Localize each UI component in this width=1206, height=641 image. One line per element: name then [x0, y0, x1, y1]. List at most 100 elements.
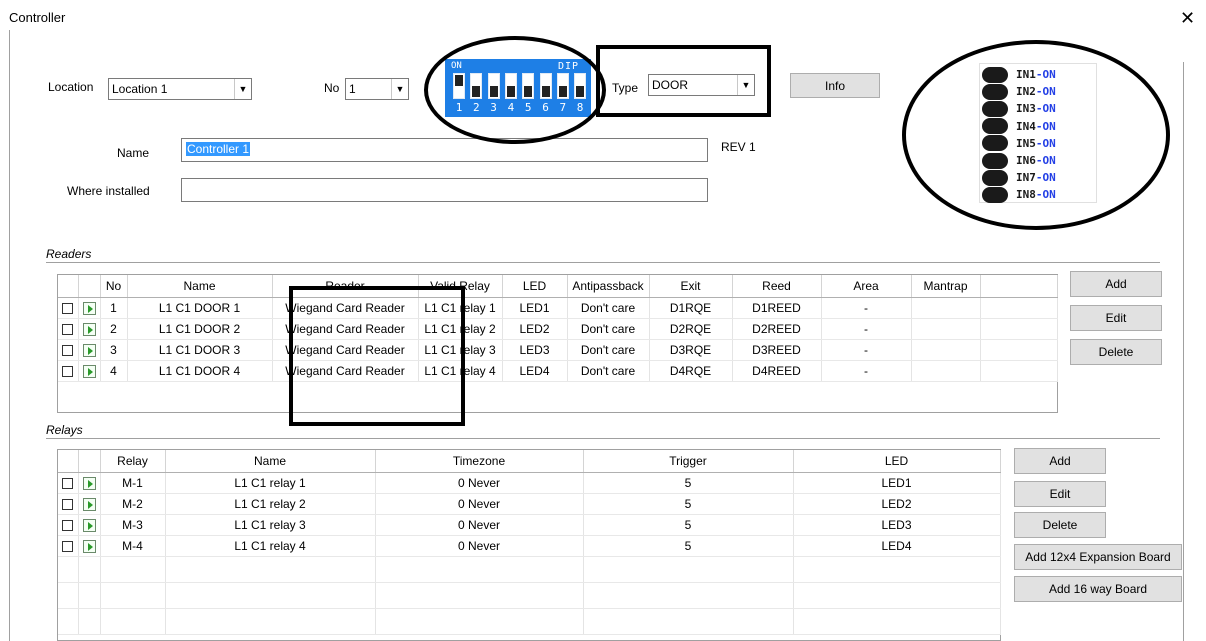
readers-cell-exit: D2RQE [649, 318, 733, 340]
readers-cell-reed: D3REED [732, 339, 822, 361]
play-icon[interactable] [82, 322, 96, 336]
name-field[interactable]: Controller 1 [181, 138, 708, 162]
empty-cell [58, 608, 79, 635]
close-icon[interactable]: ✕ [1180, 8, 1195, 29]
header-play [78, 275, 101, 298]
annotation-box-reader [289, 286, 465, 426]
empty-cell [58, 582, 79, 609]
readers-cell-reed: D4REED [732, 360, 822, 382]
relays-edit-button[interactable]: Edit [1014, 481, 1106, 507]
readers-column-header[interactable]: Area [821, 275, 912, 298]
relays-column-header[interactable]: Name [165, 450, 376, 473]
play-icon[interactable] [82, 301, 96, 315]
readers-column-header[interactable]: Name [127, 275, 273, 298]
row-checkbox-cell[interactable] [58, 535, 79, 557]
readers-column-header[interactable]: No [100, 275, 128, 298]
readers-edit-button[interactable]: Edit [1070, 305, 1162, 331]
empty-cell [78, 608, 101, 635]
row-play-cell[interactable] [78, 360, 101, 382]
row-checkbox[interactable] [62, 302, 74, 314]
readers-cell-name: L1 C1 DOOR 3 [127, 339, 273, 361]
readers-cell-reed: D2REED [732, 318, 822, 340]
table-row[interactable]: 2 L1 C1 DOOR 2 Wiegand Card Reader L1 C1 re… [58, 318, 1058, 340]
row-checkbox-cell[interactable] [58, 339, 79, 361]
relays-divider [46, 438, 1160, 439]
play-icon[interactable] [82, 476, 96, 490]
row-play-cell[interactable] [78, 318, 101, 340]
play-icon[interactable] [82, 343, 96, 357]
row-checkbox[interactable] [62, 365, 74, 377]
play-icon[interactable] [82, 364, 96, 378]
relays-cell-name: L1 C1 relay 1 [165, 472, 376, 494]
row-checkbox[interactable] [62, 344, 74, 356]
chevron-down-icon[interactable]: ▼ [234, 79, 251, 99]
table-row[interactable]: M-2 L1 C1 relay 20 Never 5 LED2 [58, 493, 1001, 515]
add-expansion-board-button[interactable]: Add 12x4 Expansion Board [1014, 544, 1182, 570]
row-play-cell[interactable] [78, 339, 101, 361]
row-checkbox-cell[interactable] [58, 472, 79, 494]
row-play-cell[interactable] [78, 514, 101, 536]
relays-column-header[interactable]: Timezone [375, 450, 584, 473]
row-checkbox-cell[interactable] [58, 297, 79, 319]
row-play-cell[interactable] [78, 535, 101, 557]
readers-cell-led: LED1 [502, 297, 568, 319]
row-checkbox-cell[interactable] [58, 514, 79, 536]
readers-delete-button[interactable]: Delete [1070, 339, 1162, 365]
relays-add-button[interactable]: Add [1014, 448, 1106, 474]
play-icon[interactable] [82, 539, 96, 553]
location-select[interactable]: Location 1 ▼ [108, 78, 252, 100]
relays-delete-button[interactable]: Delete [1014, 512, 1106, 538]
empty-cell [165, 608, 376, 635]
empty-cell [58, 556, 79, 583]
relays-column-header[interactable]: Trigger [583, 450, 794, 473]
readers-add-button[interactable]: Add [1070, 271, 1162, 297]
row-checkbox-cell[interactable] [58, 493, 79, 515]
table-row[interactable]: M-1 L1 C1 relay 10 Never 5 LED1 [58, 472, 1001, 494]
readers-cell-no: 4 [100, 360, 128, 382]
empty-cell [78, 582, 101, 609]
empty-cell [583, 582, 794, 609]
empty-cell [793, 556, 1001, 583]
row-checkbox[interactable] [62, 323, 74, 335]
row-play-cell[interactable] [78, 493, 101, 515]
row-play-cell[interactable] [78, 297, 101, 319]
row-checkbox-cell[interactable] [58, 360, 79, 382]
where-installed-field[interactable] [181, 178, 708, 202]
empty-cell [100, 608, 166, 635]
table-row[interactable]: 1 L1 C1 DOOR 1 Wiegand Card Reader L1 C1 re… [58, 297, 1058, 319]
empty-cell [375, 556, 584, 583]
readers-divider [46, 262, 1160, 263]
chevron-down-icon[interactable]: ▼ [391, 79, 408, 99]
readers-column-header[interactable]: Antipassback [567, 275, 650, 298]
readers-cell-area: - [821, 360, 912, 382]
readers-cell-name: L1 C1 DOOR 4 [127, 360, 273, 382]
row-checkbox[interactable] [62, 498, 74, 510]
relays-cell-trigger: 5 [583, 493, 794, 515]
relays-column-header[interactable]: LED [793, 450, 1001, 473]
table-row[interactable]: 4 L1 C1 DOOR 4 Wiegand Card Reader L1 C1 re… [58, 360, 1058, 382]
readers-column-header[interactable]: Mantrap [911, 275, 981, 298]
row-checkbox[interactable] [62, 519, 74, 531]
row-checkbox-cell[interactable] [58, 318, 79, 340]
row-checkbox[interactable] [62, 540, 74, 552]
relays-table[interactable]: Relay Name Timezone Trigger LED M-1 L1 C1 rel… [57, 449, 1001, 641]
readers-cell-led: LED3 [502, 339, 568, 361]
no-select[interactable]: 1 ▼ [345, 78, 409, 100]
readers-column-header[interactable]: LED [502, 275, 568, 298]
play-icon[interactable] [82, 518, 96, 532]
play-icon[interactable] [82, 497, 96, 511]
add-16-way-board-button[interactable]: Add 16 way Board [1014, 576, 1182, 602]
row-checkbox[interactable] [62, 477, 74, 489]
table-row[interactable]: 3 L1 C1 DOOR 3 Wiegand Card Reader L1 C1 re… [58, 339, 1058, 361]
readers-column-header[interactable]: Reed [732, 275, 822, 298]
readers-table[interactable]: No Name Reader Valid Relay LED Antipassback Ex… [57, 274, 1058, 413]
table-row[interactable]: M-4 L1 C1 relay 40 Never 5 LED4 [58, 535, 1001, 557]
relays-column-header[interactable]: Relay [100, 450, 166, 473]
info-button[interactable]: Info [790, 73, 880, 98]
readers-column-header[interactable]: Exit [649, 275, 733, 298]
name-label: Name [117, 146, 150, 160]
row-play-cell[interactable] [78, 472, 101, 494]
relays-cell-name: L1 C1 relay 2 [165, 493, 376, 515]
relays-cell-relay: M-1 [100, 472, 166, 494]
table-row[interactable]: M-3 L1 C1 relay 30 Never 5 LED3 [58, 514, 1001, 536]
